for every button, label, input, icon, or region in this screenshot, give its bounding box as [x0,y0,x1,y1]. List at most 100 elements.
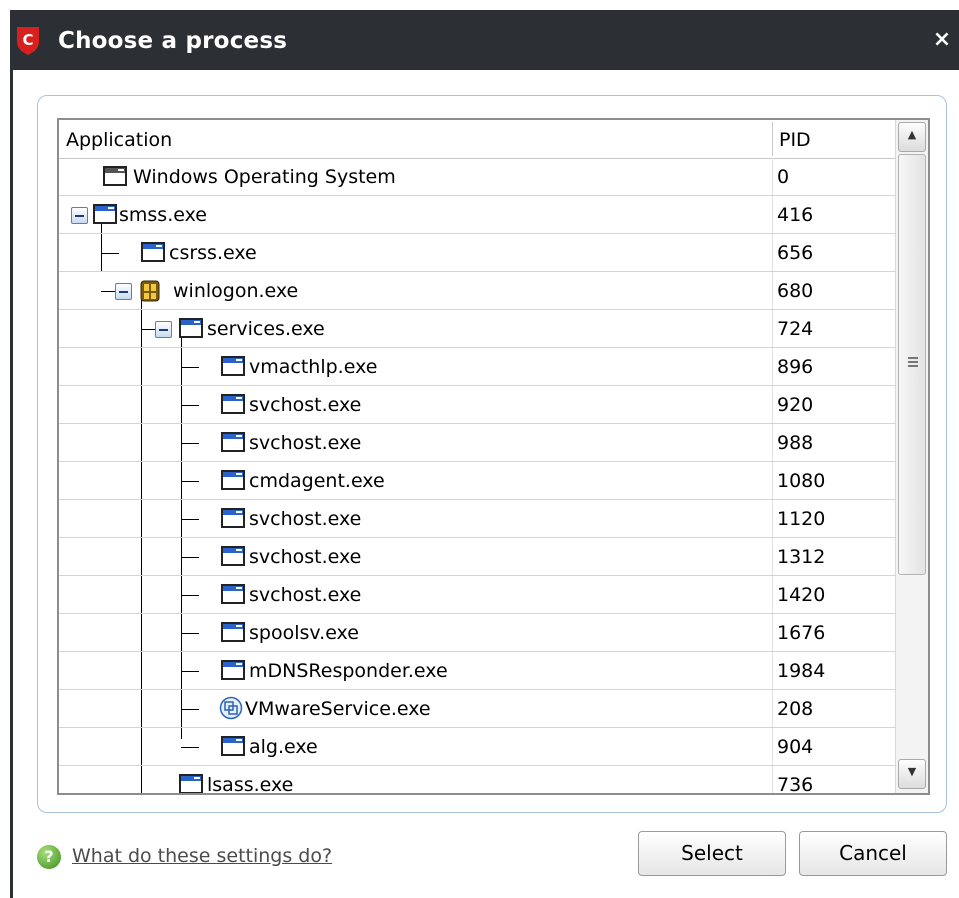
process-name: svchost.exe [249,394,362,416]
process-pid: 0 [777,166,790,188]
process-name: spoolsv.exe [249,622,359,644]
column-divider [772,348,773,385]
vmware-icon [219,696,243,720]
window-icon [221,660,245,680]
process-pid: 988 [777,432,814,454]
table-row[interactable]: svchost.exe 1312 [59,538,895,576]
window-title: Choose a process [58,28,288,54]
window-border [10,70,13,898]
process-name: svchost.exe [249,432,362,454]
process-pid: 208 [777,698,814,720]
help-link[interactable]: What do these settings do? [72,845,332,867]
process-name: cmdagent.exe [249,470,385,492]
window-icon [221,584,245,604]
process-pid: 680 [777,280,814,302]
process-pid: 1080 [777,470,826,492]
grip-icon [908,365,918,367]
list-header: Application PID [59,120,895,159]
column-divider [772,310,773,347]
table-row[interactable]: svchost.exe 1120 [59,500,895,538]
process-pid: 896 [777,356,814,378]
column-divider [772,766,773,793]
table-row[interactable]: VMwareService.exe 208 [59,690,895,728]
column-header-application[interactable]: Application [66,129,172,151]
window-icon [221,622,245,642]
process-tree-list[interactable]: Application PID Windows Operating System… [57,118,930,795]
window-icon [221,508,245,528]
help-icon[interactable]: ? [37,845,61,869]
process-name: alg.exe [249,736,318,758]
column-divider [772,538,773,575]
svg-text:C: C [22,31,33,49]
process-name: svchost.exe [249,546,362,568]
table-row[interactable]: Windows Operating System 0 [59,158,895,196]
column-divider [772,728,773,765]
window-icon [93,204,117,224]
select-button[interactable]: Select [638,831,786,876]
column-divider [772,500,773,537]
process-pid: 904 [777,736,814,758]
table-row[interactable]: winlogon.exe 680 [59,272,895,310]
process-name: services.exe [207,318,325,340]
column-divider [772,690,773,727]
process-name: VMwareService.exe [245,698,431,720]
arrow-up-icon: ▲ [907,128,917,141]
process-name: Windows Operating System [133,166,396,188]
scroll-up-button[interactable]: ▲ [898,122,926,152]
process-name: svchost.exe [249,584,362,606]
close-icon[interactable]: × [929,25,955,55]
process-pid: 1676 [777,622,826,644]
grip-icon [908,361,918,363]
process-pid: 416 [777,204,814,226]
comodo-logo-icon: C [17,27,39,55]
window-icon [221,470,245,490]
window-icon [221,546,245,566]
window-icon [221,394,245,414]
column-divider [772,196,773,233]
process-pid: 1120 [777,508,826,530]
process-name: smss.exe [119,204,207,226]
table-row[interactable]: cmdagent.exe 1080 [59,462,895,500]
process-name: mDNSResponder.exe [249,660,448,682]
column-divider [772,386,773,423]
table-row[interactable]: spoolsv.exe 1676 [59,614,895,652]
column-divider [772,424,773,461]
table-row[interactable]: svchost.exe 1420 [59,576,895,614]
column-divider [772,652,773,689]
collapse-toggle[interactable] [71,207,88,224]
vertical-scrollbar[interactable]: ▲ ▼ [895,120,928,793]
table-row[interactable]: vmacthlp.exe 896 [59,348,895,386]
column-divider [772,272,773,309]
column-header-pid[interactable]: PID [779,129,811,151]
table-row[interactable]: alg.exe 904 [59,728,895,766]
winlogon-icon [140,280,160,302]
table-row[interactable]: svchost.exe 988 [59,424,895,462]
table-row[interactable]: services.exe 724 [59,310,895,348]
process-pid: 656 [777,242,814,264]
process-pid: 1420 [777,584,826,606]
cancel-button[interactable]: Cancel [799,831,947,876]
process-pid: 736 [777,774,814,793]
process-pid: 920 [777,394,814,416]
process-name: vmacthlp.exe [249,356,378,378]
table-row[interactable]: lsass.exe 736 [59,766,895,793]
column-divider [772,576,773,613]
collapse-toggle[interactable] [155,321,172,338]
column-divider[interactable] [772,122,773,156]
scroll-down-button[interactable]: ▼ [898,759,926,789]
column-divider [772,234,773,271]
column-divider [772,462,773,499]
collapse-toggle[interactable] [115,283,132,300]
scrollbar-thumb[interactable] [898,154,926,575]
grip-icon [908,357,918,359]
process-name: svchost.exe [249,508,362,530]
process-name: csrss.exe [169,242,257,264]
window-icon [103,166,127,186]
process-pid: 1312 [777,546,826,568]
table-row[interactable]: mDNSResponder.exe 1984 [59,652,895,690]
table-row[interactable]: csrss.exe 656 [59,234,895,272]
process-name: winlogon.exe [173,280,299,302]
table-row[interactable]: smss.exe 416 [59,196,895,234]
column-divider [772,158,773,195]
table-row[interactable]: svchost.exe 920 [59,386,895,424]
